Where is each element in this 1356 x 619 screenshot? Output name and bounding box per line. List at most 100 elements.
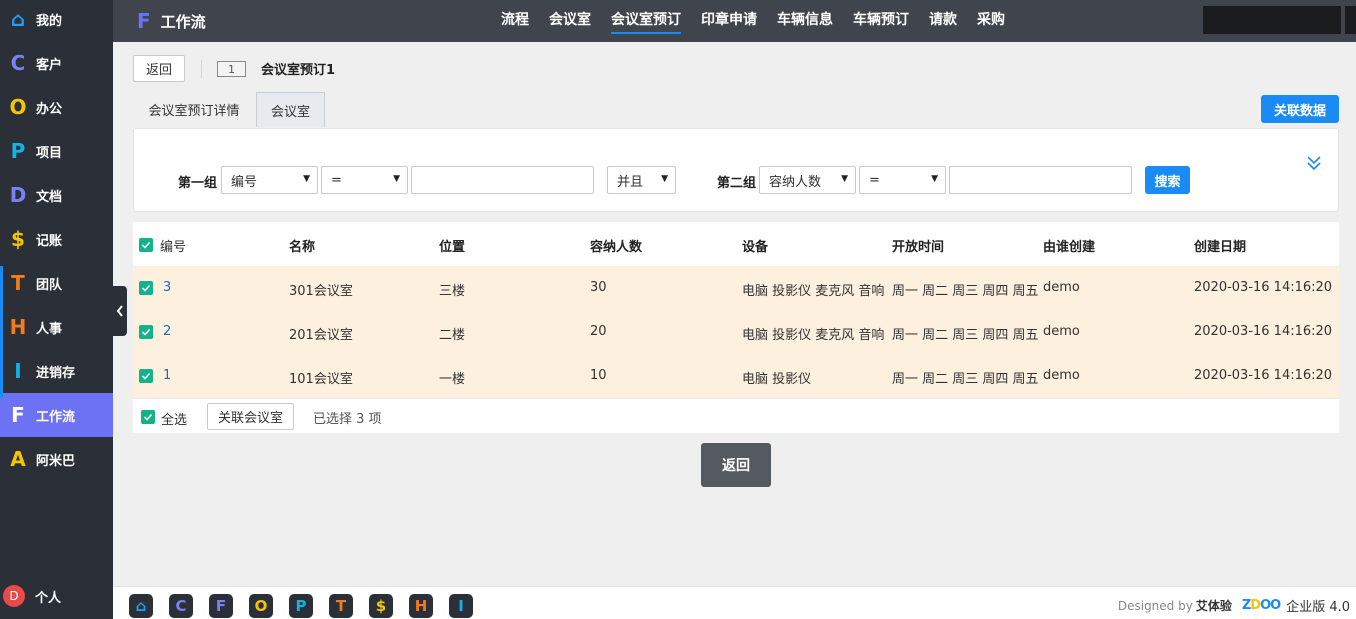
sidebar-item-8[interactable]: I 进销存: [0, 349, 113, 393]
top-nav-label: 请款: [929, 12, 957, 28]
group2-value-input[interactable]: [949, 166, 1132, 194]
sidebar-item-3[interactable]: P 项目: [0, 129, 113, 173]
avatar[interactable]: D: [3, 585, 25, 607]
row-checkbox[interactable]: [139, 369, 153, 383]
top-nav-label: 采购: [977, 12, 1005, 28]
dock-i-icon[interactable]: I: [449, 594, 473, 618]
column-header[interactable]: 位置: [439, 236, 465, 255]
table-header: 编号 名称 位置 容纳人数 设备 开放时间 由谁创建 创建日期: [133, 222, 1339, 266]
collapse-sidebar-button[interactable]: [113, 286, 127, 336]
top-nav-item-2[interactable]: 会议室预订: [611, 0, 681, 42]
double-chevron-down-icon[interactable]: [1306, 153, 1322, 173]
dock-home-icon[interactable]: ⌂: [129, 594, 153, 618]
sidebar-item-9[interactable]: F 工作流: [0, 393, 113, 437]
sidebar-item-5[interactable]: $ 记账: [0, 217, 113, 261]
and-or-value: 并且: [617, 174, 644, 190]
sidebar-item-6[interactable]: T 团队: [0, 261, 113, 305]
logo-d: D: [1250, 598, 1261, 613]
table-row[interactable]: 1 101会议室 一楼 10 电脑 投影仪 周一 周二 周三 周四 周五 demo 2020-…: [133, 354, 1339, 398]
column-header[interactable]: 开放时间: [892, 236, 944, 255]
sidebar-item-label: 客户: [36, 57, 63, 73]
c-icon: C: [10, 51, 26, 75]
top-search-button[interactable]: [1345, 6, 1356, 34]
search-button[interactable]: 搜索: [1145, 166, 1190, 194]
cell-id[interactable]: 3: [163, 280, 171, 295]
tab-meeting-room[interactable]: 会议室: [256, 92, 325, 127]
column-header[interactable]: 创建日期: [1194, 236, 1246, 255]
link-room-button[interactable]: 关联会议室: [207, 403, 294, 430]
row-checkbox[interactable]: [139, 325, 153, 339]
app-title[interactable]: F 工作流: [137, 0, 206, 42]
i-icon: I: [14, 359, 22, 383]
column-header[interactable]: 由谁创建: [1043, 236, 1095, 255]
top-search-box[interactable]: [1203, 6, 1341, 34]
group2-operator-select[interactable]: = ▼: [859, 166, 946, 194]
cell-capacity: 30: [590, 280, 607, 295]
cell-location: 三楼: [439, 284, 466, 299]
cell-equipment: 电脑 投影仪 麦克风 音响: [742, 284, 885, 299]
top-nav: 流程 会议室 会议室预订 印章申请 车辆信息 车辆预订 请款 采购: [501, 0, 1025, 42]
group2-field-select[interactable]: 容纳人数 ▼: [759, 166, 856, 194]
back-main-button[interactable]: 返回: [701, 443, 771, 487]
group1-field-select[interactable]: 编号 ▼: [221, 166, 318, 194]
and-or-select[interactable]: 并且 ▼: [607, 166, 676, 194]
dock-o-icon[interactable]: O: [249, 594, 273, 618]
top-nav-item-4[interactable]: 车辆信息: [777, 0, 833, 42]
personal-label: 个人: [35, 590, 62, 606]
caret-down-icon: ▼: [661, 174, 668, 184]
back-button[interactable]: 返回: [133, 55, 185, 82]
table-row[interactable]: 2 201会议室 二楼 20 电脑 投影仪 麦克风 音响 周一 周二 周三 周四 周五 de…: [133, 310, 1339, 354]
column-header[interactable]: 编号: [160, 236, 186, 255]
table-footer: 全选 关联会议室 已选择 3 项: [133, 398, 1339, 433]
related-data-button[interactable]: 关联数据: [1261, 95, 1339, 123]
group1-value-input[interactable]: [411, 166, 594, 194]
cell-id[interactable]: 2: [163, 324, 171, 339]
sidebar: ⌂ 我的 C 客户 O 办公 P 项目 D 文档 $ 记账 T 团队 H 人事 I 进销存 F 工作流 A 阿米巴 D 个…: [0, 0, 113, 619]
sidebar-item-10[interactable]: A 阿米巴: [0, 437, 113, 481]
top-nav-item-7[interactable]: 采购: [977, 0, 1005, 42]
top-nav-item-0[interactable]: 流程: [501, 0, 529, 42]
sidebar-item-1[interactable]: C 客户: [0, 41, 113, 85]
dock-dollar-icon[interactable]: $: [369, 594, 393, 618]
sidebar-item-2[interactable]: O 办公: [0, 85, 113, 129]
sidebar-item-4[interactable]: D 文档: [0, 173, 113, 217]
cell-creator: demo: [1043, 368, 1080, 383]
column-header[interactable]: 名称: [289, 236, 315, 255]
select-all-label[interactable]: 全选: [161, 409, 187, 428]
d-icon: D: [9, 183, 27, 207]
cell-creator: demo: [1043, 280, 1080, 295]
sidebar-item-0[interactable]: ⌂ 我的: [0, 0, 113, 41]
f-icon: F: [11, 403, 25, 427]
top-nav-item-1[interactable]: 会议室: [549, 0, 591, 42]
selected-rows-indicator: [0, 266, 3, 398]
row-checkbox[interactable]: [139, 281, 153, 295]
select-all-checkbox[interactable]: [141, 410, 155, 424]
tab-booking-detail[interactable]: 会议室预订详情: [133, 92, 255, 127]
dock-p-icon[interactable]: P: [289, 594, 313, 618]
header-checkbox[interactable]: [139, 238, 153, 252]
zdoo-logo[interactable]: ZDOO: [1242, 598, 1281, 613]
brand-name[interactable]: 艾体验: [1196, 597, 1232, 614]
dock-t-icon[interactable]: T: [329, 594, 353, 618]
topbar: F 工作流 流程 会议室 会议室预订 印章申请 车辆信息 车辆预订 请款 采购: [113, 0, 1356, 42]
top-nav-item-3[interactable]: 印章申请: [701, 0, 757, 42]
cell-location: 二楼: [439, 328, 466, 343]
caret-down-icon: ▼: [393, 174, 400, 184]
credit: Designed by 艾体验 ZDOO 企业版 4.0: [1118, 596, 1350, 615]
column-header[interactable]: 设备: [742, 236, 768, 255]
group1-operator-select[interactable]: = ▼: [321, 166, 408, 194]
column-header[interactable]: 容纳人数: [590, 236, 642, 255]
cell-id[interactable]: 1: [163, 368, 171, 383]
table-row[interactable]: 3 301会议室 三楼 30 电脑 投影仪 麦克风 音响 周一 周二 周三 周四 周五 de…: [133, 266, 1339, 310]
dock-c-icon[interactable]: C: [169, 594, 193, 618]
personal-menu[interactable]: D 个人: [0, 582, 113, 610]
home-icon: ⌂: [10, 7, 26, 31]
top-nav-item-5[interactable]: 车辆预订: [853, 0, 909, 42]
dock-h-icon[interactable]: H: [409, 594, 433, 618]
dock-f-icon[interactable]: F: [209, 594, 233, 618]
sidebar-item-7[interactable]: H 人事: [0, 305, 113, 349]
sidebar-item-label: 办公: [36, 101, 63, 117]
sidebar-item-label: 工作流: [36, 409, 76, 425]
top-nav-label: 车辆预订: [853, 12, 909, 28]
top-nav-item-6[interactable]: 请款: [929, 0, 957, 42]
